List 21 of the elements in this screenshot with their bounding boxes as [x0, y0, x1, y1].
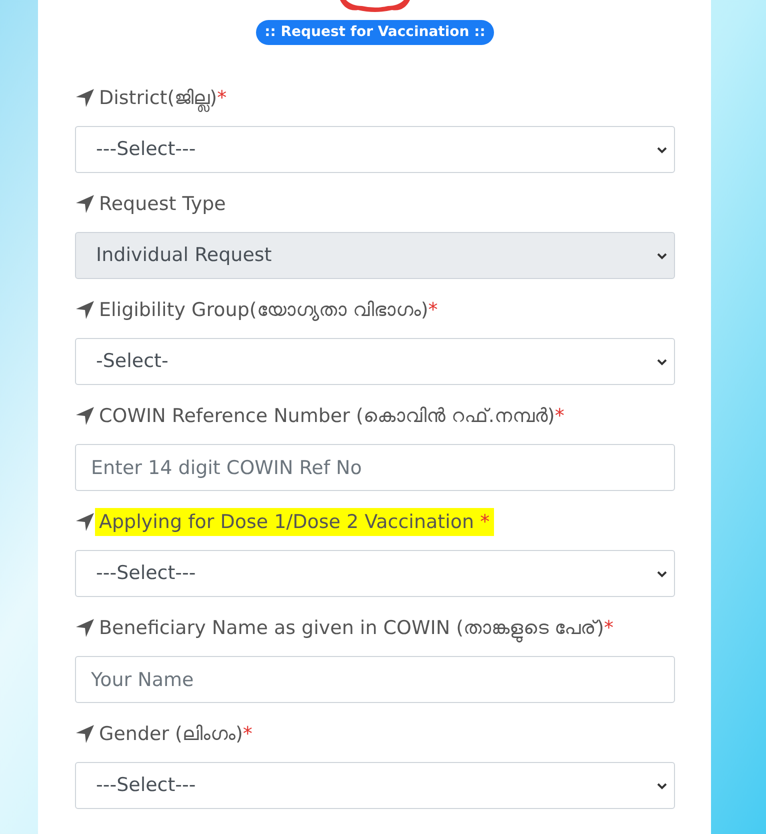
field-label: Request Type [99, 192, 226, 217]
text-input-field[interactable]: Enter 14 digit COWIN Ref No [75, 444, 675, 491]
title-badge: :: Request for Vaccination :: [256, 20, 494, 45]
field-label: Eligibility Group(യോഗ്യതാ വിഭാഗം)* [99, 298, 438, 323]
text-input-field[interactable]: Your Name [75, 656, 675, 703]
location-arrow-icon [75, 194, 95, 214]
location-arrow-icon [75, 618, 95, 638]
dropdown-select[interactable]: ---Select--- [75, 550, 675, 597]
field-label: Beneficiary Name as given in COWIN (താങ്കളുടെ പേര്)* [99, 614, 614, 642]
dropdown-select[interactable]: -Select- [75, 338, 675, 385]
field-label: COWIN Reference Number (കൊവിൻ റഫ്.നമ്പർ)* [99, 404, 564, 429]
location-arrow-icon [75, 406, 95, 426]
location-arrow-icon [75, 512, 95, 532]
dropdown-select[interactable]: ---Select--- [75, 762, 675, 809]
location-arrow-icon [75, 300, 95, 320]
dropdown-select[interactable]: ---Select--- [75, 126, 675, 173]
location-arrow-icon [75, 88, 95, 108]
field-label: Gender (ലിംഗം)* [99, 722, 252, 747]
location-arrow-icon [75, 724, 95, 744]
field-label: District(ജില്ല)* [99, 84, 227, 112]
field-label: Applying for Dose 1/Dose 2 Vaccination * [95, 508, 494, 536]
